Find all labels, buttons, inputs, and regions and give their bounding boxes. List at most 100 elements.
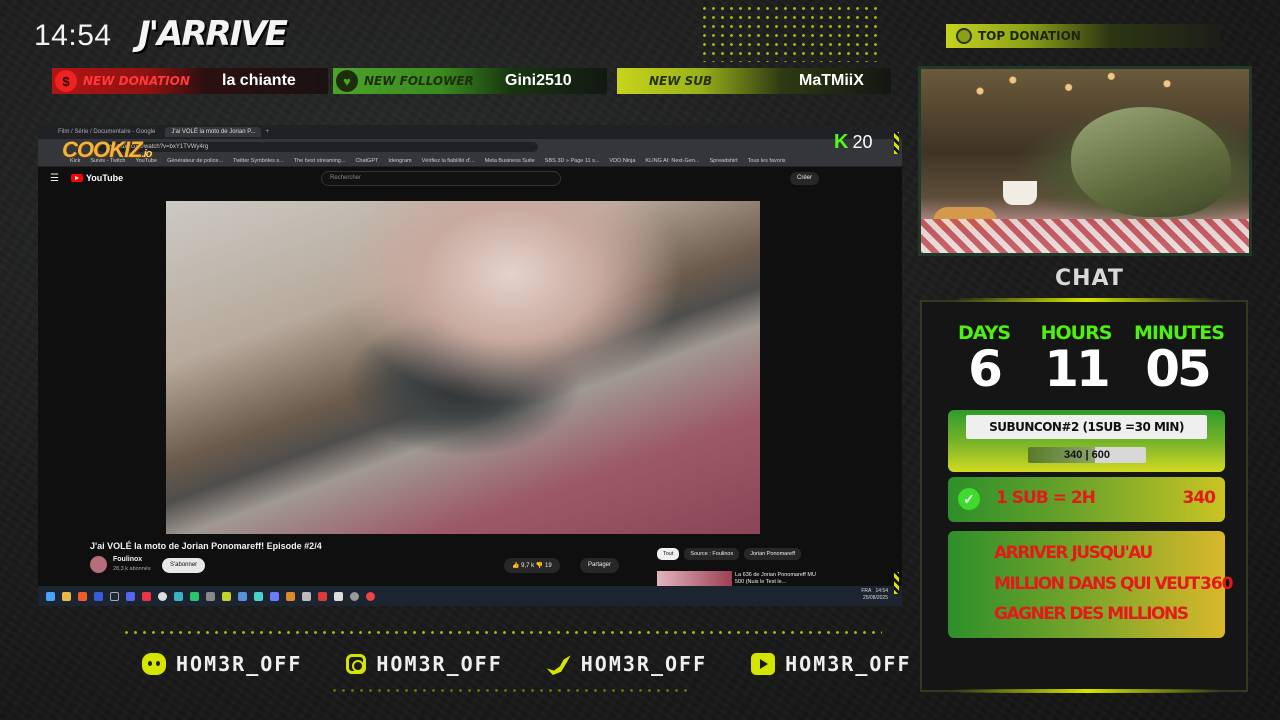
- new-donation-bar: $ NEW DONATION la chiante: [52, 68, 328, 94]
- chat-title: CHAT: [1055, 266, 1124, 291]
- sub-goal-value: 340: [1182, 488, 1216, 508]
- steam-icon[interactable]: [110, 591, 119, 601]
- donation-kind: NEW DONATION: [83, 74, 190, 88]
- sub-kind: NEW SUB: [649, 74, 713, 88]
- bookmarks-bar: Kick Suivis - Twitch YouTube Générateur …: [38, 155, 902, 167]
- discord-icon: [142, 653, 166, 675]
- bookmark[interactable]: Twitter Symboles s...: [233, 158, 284, 164]
- recommended-thumbnail[interactable]: [657, 571, 732, 587]
- app-icon[interactable]: [222, 591, 231, 601]
- social-youtube[interactable]: HOM3R_OFF: [751, 652, 911, 676]
- corner-accent: [894, 572, 899, 594]
- bookmark[interactable]: VDO.Ninja: [609, 158, 635, 164]
- screen-capture: Film / Série / Documentaire - Google J'a…: [38, 125, 902, 606]
- webcam-image: [918, 66, 1252, 256]
- bookmark[interactable]: Tous les favoris: [748, 158, 786, 164]
- menu-icon[interactable]: ☰: [50, 173, 59, 184]
- app-icon[interactable]: [174, 591, 183, 601]
- chip[interactable]: Source : Foulinox: [684, 548, 740, 560]
- social-instagram[interactable]: HOM3R_OFF: [346, 652, 502, 676]
- cookiz-brand: COOKIZ: [62, 137, 143, 162]
- heart-icon: ♥: [336, 70, 358, 92]
- million-goal-value: 360: [1200, 574, 1233, 594]
- recommended-title[interactable]: La 636 de Jorian Ponomareff MU 500 (Nuis…: [735, 572, 825, 586]
- subuncon-progress-bar: 340 | 600: [1028, 447, 1146, 463]
- check-icon: ✓: [958, 488, 980, 510]
- app-icon[interactable]: [254, 591, 263, 601]
- windows-start-icon[interactable]: [46, 591, 55, 601]
- subscribe-button[interactable]: S'abonner: [162, 558, 206, 573]
- app-icon[interactable]: [190, 591, 199, 601]
- system-tray[interactable]: FRA 14:54 25/08/2025: [861, 588, 888, 602]
- timer-days: DAYS 6: [954, 322, 1014, 394]
- app-icon[interactable]: [302, 591, 311, 601]
- app-icon[interactable]: [94, 591, 103, 601]
- tray-time: 14:54: [875, 588, 888, 594]
- discord-icon[interactable]: [126, 591, 135, 601]
- file-explorer-icon[interactable]: [62, 591, 71, 601]
- thumbs-down-icon[interactable]: 👎: [536, 563, 543, 569]
- new-tab-icon[interactable]: +: [265, 129, 269, 135]
- app-icon[interactable]: [318, 591, 327, 601]
- bookmark[interactable]: ChatGPT: [355, 158, 378, 164]
- settings-icon[interactable]: [350, 591, 359, 601]
- browser-tab[interactable]: Film / Série / Documentaire - Google: [52, 127, 162, 137]
- channel-avatar[interactable]: [90, 556, 107, 573]
- clock: 14:54: [34, 19, 112, 52]
- bookmark[interactable]: SBS 3D » Page 11 s...: [545, 158, 600, 164]
- subscriber-count: 28,3 k abonnés: [113, 566, 151, 572]
- video-player[interactable]: [166, 201, 760, 534]
- bookmark[interactable]: Vérifiez la fiabilité d'...: [422, 158, 475, 164]
- app-icon[interactable]: [270, 591, 279, 601]
- thumbs-up-icon[interactable]: 👍: [512, 563, 519, 569]
- social-twitter[interactable]: HOM3R_OFF: [546, 652, 708, 676]
- dot-pattern-bottom: [122, 628, 882, 636]
- channel-name[interactable]: Foulinox: [113, 556, 142, 563]
- obs-icon[interactable]: [158, 591, 167, 601]
- timer-hours: HOURS 11: [1038, 322, 1114, 394]
- twitter-icon: [546, 655, 571, 675]
- top-donation-label: TOP DONATION: [978, 29, 1081, 43]
- youtube-search-input[interactable]: Rechercher: [321, 171, 561, 186]
- crocodile: [1071, 107, 1231, 217]
- bookmark[interactable]: KLING AI: Next-Gen...: [645, 158, 699, 164]
- bookmark[interactable]: Ideogram: [388, 158, 411, 164]
- social-handle: HOM3R_OFF: [376, 652, 503, 676]
- tablecloth: [921, 219, 1249, 253]
- channel-logo: J'ARRIVE: [138, 14, 288, 54]
- app-icon[interactable]: [366, 591, 375, 601]
- sub-goal-label: 1 SUB = 2H: [996, 488, 1096, 508]
- dot-pattern-bottom-strip: [330, 686, 690, 698]
- bookmark[interactable]: Meta Business Suite: [485, 158, 535, 164]
- create-button[interactable]: Créer: [790, 172, 820, 185]
- app-icon[interactable]: [334, 591, 343, 601]
- like-dislike-pill[interactable]: 👍 9,7 k 👎 19: [504, 558, 560, 573]
- url-field[interactable]: youtube.com/watch?v=bxY1TVWy4rg: [98, 142, 538, 152]
- chip[interactable]: Jorian Ponomareff: [744, 548, 802, 560]
- sub-goal-row: ✓ 1 SUB = 2H 340: [948, 477, 1225, 522]
- bookmark[interactable]: Générateur de police...: [167, 158, 223, 164]
- chrome-icon[interactable]: [142, 591, 151, 601]
- kick-viewer-counter: K 20: [834, 131, 872, 154]
- app-icon[interactable]: [238, 591, 247, 601]
- app-icon[interactable]: [206, 591, 215, 601]
- timer-minutes: MINUTES 05: [1134, 322, 1225, 394]
- tray-date: 25/08/2025: [862, 595, 888, 601]
- youtube-logo[interactable]: YouTube: [70, 173, 123, 183]
- social-handle: HOM3R_OFF: [580, 652, 708, 676]
- social-handle: HOM3R_OFF: [176, 652, 303, 676]
- brave-icon[interactable]: [78, 591, 87, 601]
- browser-tab-active[interactable]: J'ai VOLÉ la moto de Jorian P...: [165, 127, 262, 137]
- chip[interactable]: Tout: [657, 548, 680, 560]
- bookmark[interactable]: The best streaming...: [294, 158, 346, 164]
- app-icon[interactable]: [286, 591, 295, 601]
- youtube-header: ☰ YouTube Rechercher Créer: [38, 167, 902, 189]
- dollar-icon: $: [55, 70, 77, 92]
- top-donation-bar: TOP DONATION: [946, 24, 1220, 48]
- social-handle: HOM3R_OFF: [785, 652, 912, 676]
- follower-kind: NEW FOLLOWER: [364, 74, 474, 88]
- social-discord[interactable]: HOM3R_OFF: [142, 652, 302, 676]
- subuncon-title: SUBUNCON#2 (1SUB =30 MIN): [966, 415, 1207, 439]
- share-button[interactable]: Partager: [580, 558, 620, 573]
- bookmark[interactable]: Spreadshirt: [710, 158, 738, 164]
